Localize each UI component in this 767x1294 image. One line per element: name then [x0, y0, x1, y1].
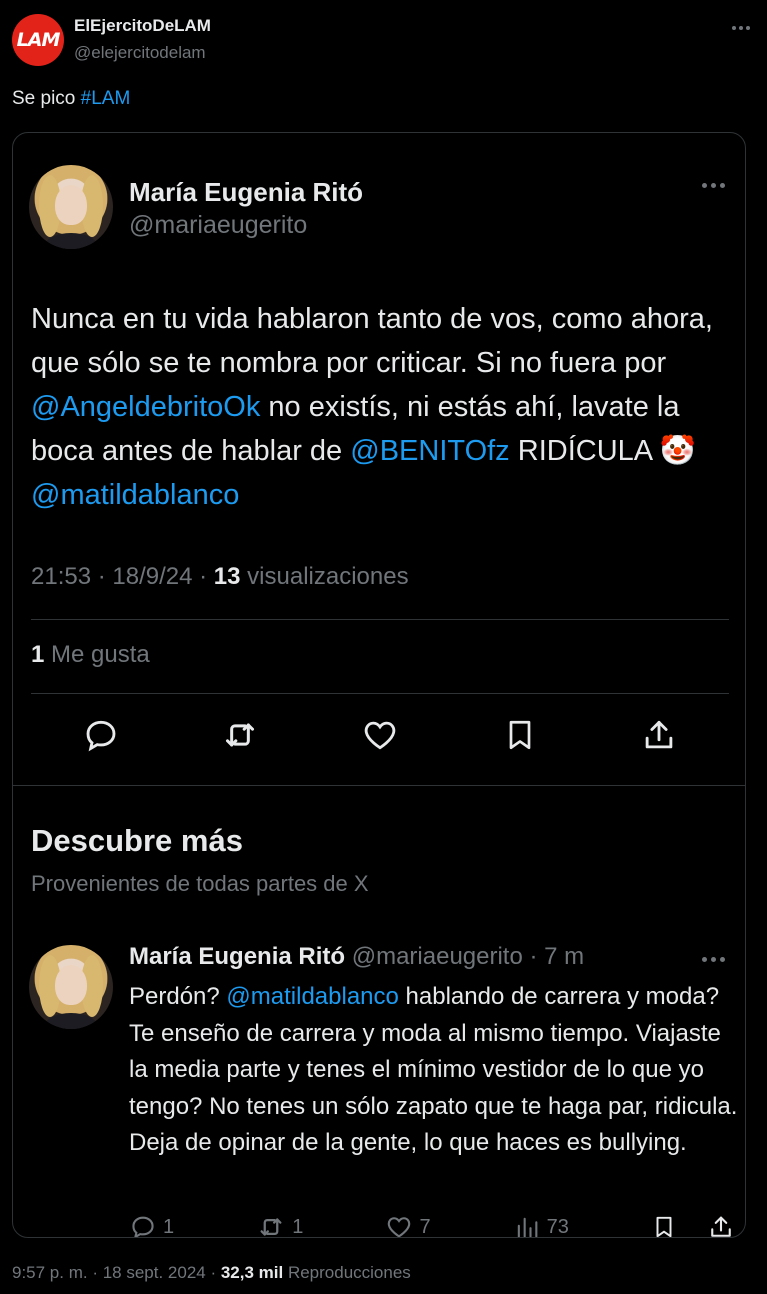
lam-avatar[interactable]: LAM: [12, 14, 64, 66]
hashtag-link[interactable]: #LAM: [81, 88, 131, 109]
like-icon[interactable]: [358, 713, 402, 757]
clown-emoji: 🤡: [659, 435, 696, 467]
related-text-part: Perdón?: [129, 983, 227, 1010]
reply-icon: [132, 1216, 154, 1237]
discover-subtitle: Provenientes de todas partes de X: [31, 871, 369, 896]
quoted-tweet-card[interactable]: María Eugenia Ritó @mariaeugerito Nunca …: [12, 132, 746, 1238]
related-share[interactable]: [707, 1213, 735, 1237]
quoted-likes[interactable]: 1 Me gusta: [31, 641, 150, 669]
quoted-views-count: 13: [213, 563, 241, 590]
related-views[interactable]: 73: [513, 1213, 569, 1238]
retweet-icon[interactable]: [218, 713, 262, 757]
quoted-text-part: Nunca en tu vida hablaron tanto de vos, …: [31, 303, 713, 379]
views-count: 73: [546, 1215, 569, 1238]
quoted-tweet-text: Nunca en tu vida hablaron tanto de vos, …: [31, 297, 731, 517]
quoted-timestamp[interactable]: 21:53 · 18/9/24 ·: [31, 563, 214, 590]
divider: [31, 619, 729, 620]
share-icon: [711, 1216, 731, 1237]
quoted-action-bar: [31, 713, 729, 757]
mention-matildablanco[interactable]: @matildablanco: [226, 983, 398, 1010]
mention-benitofz[interactable]: @BENITOfz: [350, 435, 509, 467]
outer-text-plain: Se pico: [12, 88, 81, 109]
related-bookmark[interactable]: [651, 1213, 677, 1237]
quoted-author-handle[interactable]: @mariaeugerito: [129, 211, 307, 240]
outer-views-label: Reproducciones: [283, 1263, 411, 1282]
outer-tweet-footer: 9:57 p. m. · 18 sept. 2024 · 32,3 mil Re…: [12, 1263, 411, 1283]
quoted-author-name[interactable]: María Eugenia Ritó: [129, 177, 363, 208]
quoted-tweet-meta: 21:53 · 18/9/24 · 13 visualizaciones: [31, 563, 409, 591]
quoted-likes-label: Me gusta: [44, 641, 150, 668]
mention-matildablanco[interactable]: @matildablanco: [31, 479, 239, 511]
outer-views-count: 32,3 mil: [220, 1263, 284, 1282]
reply-icon[interactable]: [79, 713, 123, 757]
reply-count: 1: [163, 1215, 175, 1238]
related-more-options-icon[interactable]: [702, 957, 725, 962]
discover-title: Descubre más: [31, 823, 243, 858]
retweet-count: 1: [292, 1215, 304, 1238]
retweet-icon: [260, 1218, 282, 1236]
outer-tweet-text: Se pico #LAM: [12, 88, 130, 110]
related-author-avatar[interactable]: [29, 945, 113, 1029]
related-secondary-actions: [651, 1213, 735, 1237]
share-icon[interactable]: [637, 713, 681, 757]
outer-timestamp[interactable]: 9:57 p. m. · 18 sept. 2024 ·: [12, 1263, 221, 1282]
related-reply[interactable]: 1: [129, 1213, 175, 1238]
quoted-more-options-icon[interactable]: [702, 183, 725, 188]
quoted-author-avatar[interactable]: [29, 165, 113, 249]
outer-author-name[interactable]: ElEjercitoDeLAM: [74, 16, 211, 36]
section-divider: [13, 785, 745, 786]
related-tweet-header: María Eugenia Ritó @mariaeugerito · 7 m: [129, 943, 584, 971]
views-icon: [517, 1217, 538, 1237]
related-action-bar: 1 1 7 73: [129, 1207, 735, 1238]
like-icon: [388, 1217, 411, 1237]
related-author-name[interactable]: María Eugenia Ritó: [129, 943, 345, 970]
more-options-icon[interactable]: [727, 18, 755, 38]
divider: [31, 693, 729, 694]
lam-logo-text: LAM: [16, 29, 61, 51]
bookmark-icon: [656, 1216, 672, 1237]
quoted-text-part: RIDÍCULA: [509, 435, 660, 467]
related-like[interactable]: 7: [385, 1213, 431, 1238]
related-retweet[interactable]: 1: [256, 1212, 304, 1238]
related-tweet-text: Perdón? @matildablanco hablando de carre…: [129, 979, 739, 1162]
related-author-handle-time[interactable]: @mariaeugerito · 7 m: [345, 943, 584, 970]
mention-angeldebrito[interactable]: @AngeldebritoOk: [31, 391, 260, 423]
like-count: 7: [419, 1215, 431, 1238]
outer-author-handle[interactable]: @elejercitodelam: [74, 43, 206, 63]
quoted-views-label: visualizaciones: [240, 563, 409, 590]
outer-tweet-header: LAM ElEjercitoDeLAM @elejercitodelam: [12, 12, 755, 68]
quoted-likes-count: 1: [31, 641, 45, 668]
bookmark-icon[interactable]: [498, 713, 542, 757]
